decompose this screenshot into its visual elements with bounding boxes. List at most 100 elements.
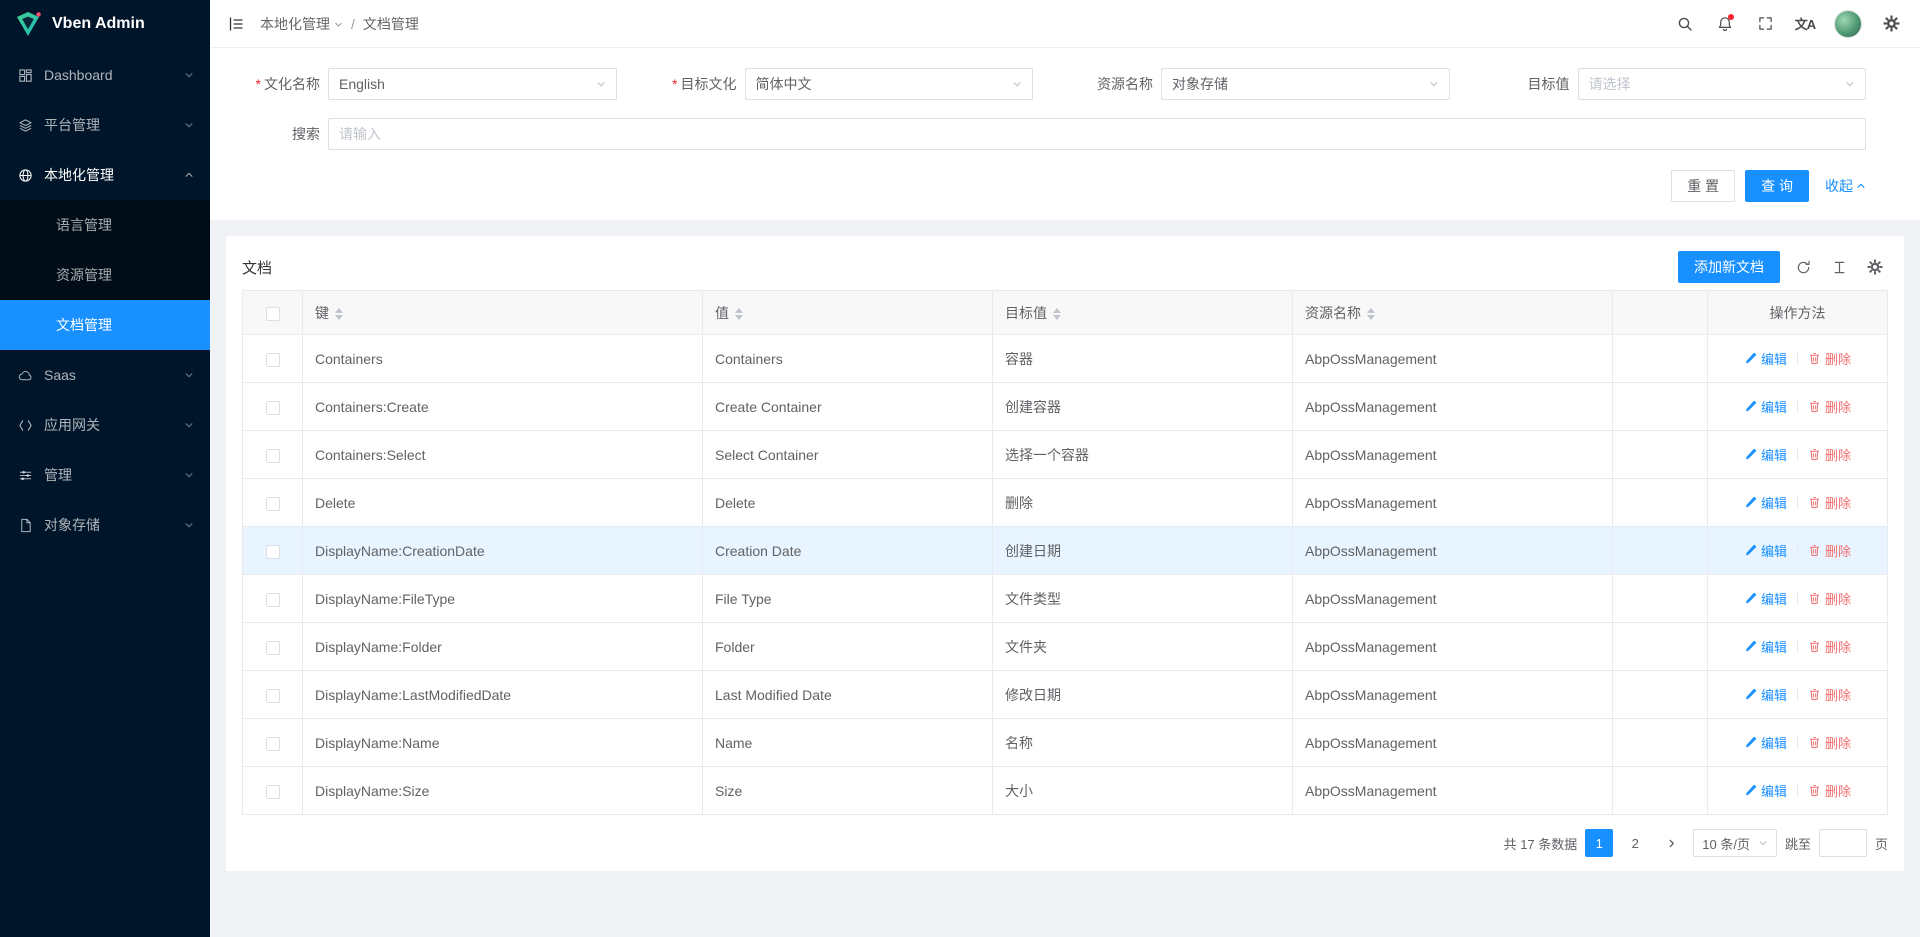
table-settings-gear-icon[interactable]: [1862, 254, 1888, 280]
column-label: 键: [315, 305, 329, 321]
cell-spacer: [1613, 479, 1708, 527]
edit-button[interactable]: 编辑: [1744, 541, 1787, 560]
sidebar-item-dashboard[interactable]: Dashboard: [0, 50, 210, 100]
row-checkbox[interactable]: [266, 785, 280, 799]
language-switch-icon[interactable]: 文A: [1788, 7, 1822, 41]
cell-key: DisplayName:CreationDate: [303, 527, 703, 575]
platform-icon: [18, 118, 34, 133]
cell-spacer: [1613, 575, 1708, 623]
filter-select-0[interactable]: English: [328, 68, 617, 100]
cell-value: Creation Date: [703, 527, 993, 575]
sidebar-item-label: Dashboard: [44, 67, 174, 83]
edit-button[interactable]: 编辑: [1744, 349, 1787, 368]
row-height-icon[interactable]: [1826, 254, 1852, 280]
user-avatar[interactable]: [1834, 10, 1862, 38]
notification-bell-icon[interactable]: [1708, 7, 1742, 41]
reset-button[interactable]: 重 置: [1671, 170, 1735, 202]
sidebar-item-saas[interactable]: Saas: [0, 350, 210, 400]
row-checkbox[interactable]: [266, 497, 280, 511]
sidebar-item-platform[interactable]: 平台管理: [0, 100, 210, 150]
filter-select-3[interactable]: 请选择: [1578, 68, 1867, 100]
cell-value: Containers: [703, 335, 993, 383]
sidebar-item-gateway[interactable]: 应用网关: [0, 400, 210, 450]
sidebar-item-management[interactable]: 管理: [0, 450, 210, 500]
sort-icon[interactable]: [1367, 308, 1375, 320]
cell-target: 删除: [993, 479, 1293, 527]
toolbar-actions: 添加新文档: [1678, 251, 1888, 283]
delete-label: 删除: [1825, 589, 1851, 608]
row-checkbox[interactable]: [266, 449, 280, 463]
row-checkbox[interactable]: [266, 689, 280, 703]
select-all-checkbox[interactable]: [266, 307, 280, 321]
jump-page-input[interactable]: [1819, 829, 1867, 857]
row-checkbox[interactable]: [266, 545, 280, 559]
settings-gear-icon[interactable]: [1874, 7, 1908, 41]
logo[interactable]: Vben Admin: [0, 0, 210, 48]
breadcrumb-separator: /: [351, 16, 355, 32]
search-input[interactable]: [328, 118, 1866, 150]
query-button[interactable]: 查 询: [1745, 170, 1809, 202]
filter-panel: *文化名称English*目标文化简体中文资源名称对象存储目标值请选择搜索 重 …: [210, 48, 1920, 220]
breadcrumb-parent[interactable]: 本地化管理: [260, 14, 343, 34]
filter-select-2[interactable]: 对象存储: [1161, 68, 1450, 100]
sidebar-item-storage[interactable]: 对象存储: [0, 500, 210, 550]
delete-button[interactable]: 删除: [1808, 349, 1851, 368]
table-row: DisplayName:SizeSize大小AbpOssManagement编辑…: [243, 767, 1888, 815]
delete-button[interactable]: 删除: [1808, 733, 1851, 752]
sidebar-subitem-localization-0[interactable]: 语言管理: [0, 200, 210, 250]
row-checkbox[interactable]: [266, 593, 280, 607]
storage-icon: [18, 518, 34, 533]
edit-button[interactable]: 编辑: [1744, 445, 1787, 464]
filter-select-1[interactable]: 简体中文: [745, 68, 1034, 100]
edit-button[interactable]: 编辑: [1744, 589, 1787, 608]
delete-button[interactable]: 删除: [1808, 589, 1851, 608]
edit-button[interactable]: 编辑: [1744, 493, 1787, 512]
cell-target: 容器: [993, 335, 1293, 383]
row-checkbox[interactable]: [266, 641, 280, 655]
sort-icon[interactable]: [1053, 308, 1061, 320]
delete-button[interactable]: 删除: [1808, 541, 1851, 560]
search-icon[interactable]: [1668, 7, 1702, 41]
cell-value: Name: [703, 719, 993, 767]
refresh-icon[interactable]: [1790, 254, 1816, 280]
page-button-2[interactable]: 2: [1621, 829, 1649, 857]
collapse-link[interactable]: 收起: [1825, 176, 1866, 196]
edit-label: 编辑: [1761, 397, 1787, 416]
sort-icon[interactable]: [735, 308, 743, 320]
edit-button[interactable]: 编辑: [1744, 733, 1787, 752]
sort-icon[interactable]: [335, 308, 343, 320]
add-document-button[interactable]: 添加新文档: [1678, 251, 1780, 283]
cell-spacer: [1613, 431, 1708, 479]
breadcrumb-parent-label: 本地化管理: [260, 14, 330, 34]
delete-label: 删除: [1825, 445, 1851, 464]
column-header-2[interactable]: 目标值: [993, 291, 1293, 335]
row-checkbox[interactable]: [266, 737, 280, 751]
fullscreen-icon[interactable]: [1748, 7, 1782, 41]
sidebar-item-localization[interactable]: 本地化管理: [0, 150, 210, 200]
delete-button[interactable]: 删除: [1808, 781, 1851, 800]
column-header-3[interactable]: 资源名称: [1293, 291, 1613, 335]
edit-button[interactable]: 编辑: [1744, 637, 1787, 656]
sidebar-subitem-localization-2[interactable]: 文档管理: [0, 300, 210, 350]
table-header-row: 键值目标值资源名称操作方法: [243, 291, 1888, 335]
menu-fold-icon[interactable]: [228, 16, 244, 32]
cell-spacer: [1613, 719, 1708, 767]
column-header-1[interactable]: 值: [703, 291, 993, 335]
action-divider: [1797, 688, 1798, 701]
next-page-button[interactable]: [1657, 829, 1685, 857]
delete-button[interactable]: 删除: [1808, 397, 1851, 416]
edit-button[interactable]: 编辑: [1744, 397, 1787, 416]
page-size-select[interactable]: 10 条/页: [1693, 829, 1777, 857]
sidebar-subitem-localization-1[interactable]: 资源管理: [0, 250, 210, 300]
row-checkbox[interactable]: [266, 353, 280, 367]
delete-button[interactable]: 删除: [1808, 493, 1851, 512]
edit-button[interactable]: 编辑: [1744, 781, 1787, 800]
delete-button[interactable]: 删除: [1808, 685, 1851, 704]
row-checkbox[interactable]: [266, 401, 280, 415]
delete-button[interactable]: 删除: [1808, 637, 1851, 656]
delete-button[interactable]: 删除: [1808, 445, 1851, 464]
edit-button[interactable]: 编辑: [1744, 685, 1787, 704]
page-button-1[interactable]: 1: [1585, 829, 1613, 857]
column-header-0[interactable]: 键: [303, 291, 703, 335]
action-divider: [1797, 736, 1798, 749]
